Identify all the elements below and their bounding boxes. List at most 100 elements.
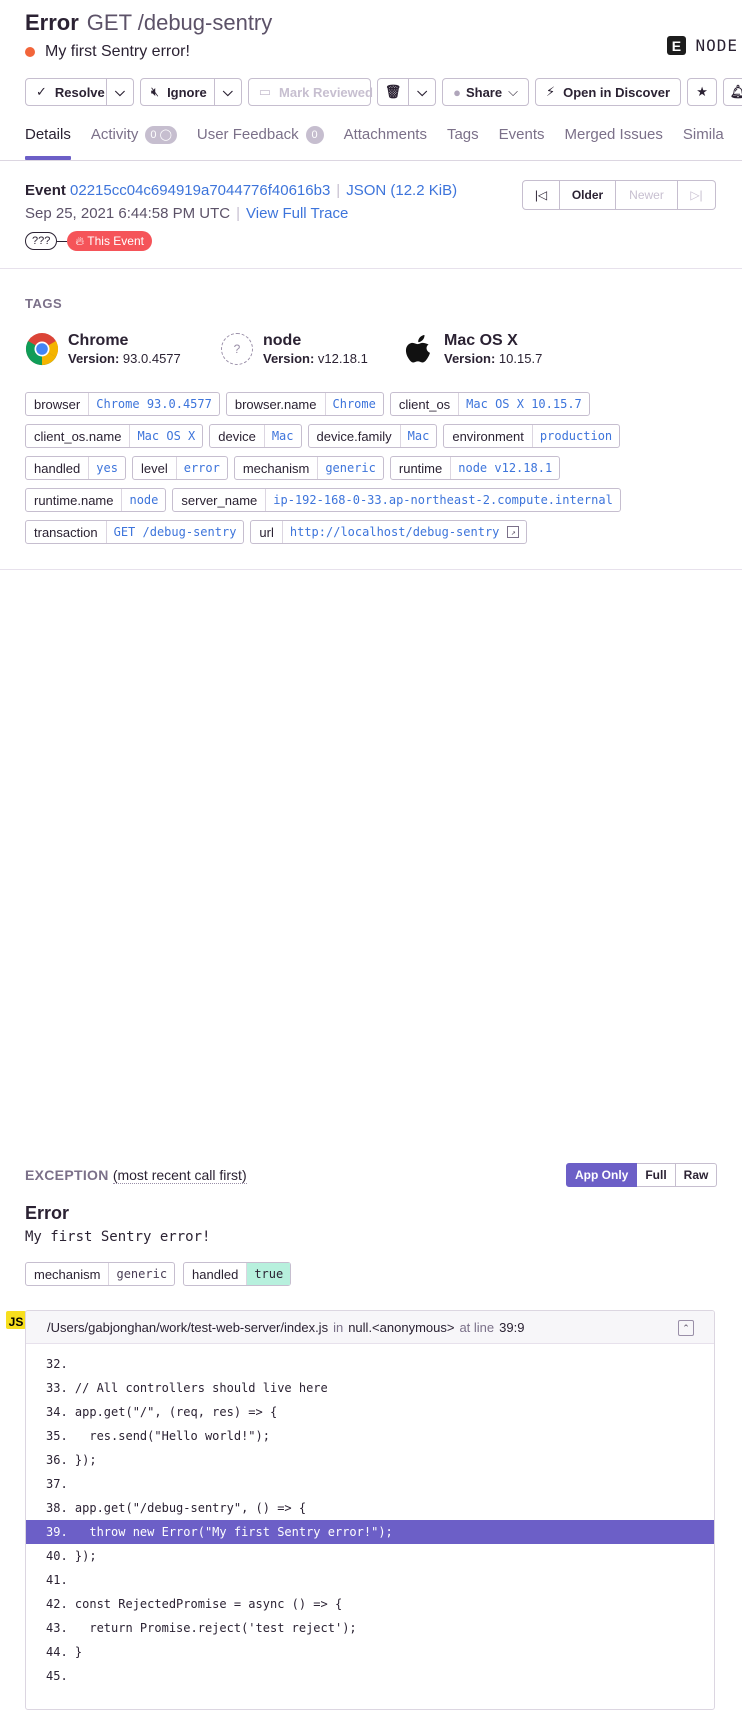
exception-order-toggle[interactable]: (most recent call first) (112, 1167, 247, 1184)
tag-server-name[interactable]: server_name ip-192-168-0-33.ap-northeast-… (172, 488, 621, 512)
tag-value[interactable]: generic (317, 457, 383, 479)
tab-details[interactable]: Details (25, 126, 71, 160)
subscribe-button[interactable]: 🔔︎ (723, 78, 742, 106)
tag-url[interactable]: url http://localhost/debug-sentry ↗ (250, 520, 528, 544)
app-only-button[interactable]: App Only (566, 1163, 638, 1187)
open-in-discover-label: Open in Discover (563, 84, 671, 100)
code-line: 44. } (46, 1645, 83, 1659)
tag-value[interactable]: GET /debug-sentry (105, 521, 244, 543)
context-name: Chrome (68, 332, 129, 349)
tag-value[interactable]: yes (88, 457, 125, 479)
bookmark-button[interactable]: ★ (687, 78, 718, 106)
oldest-event-button[interactable]: |◁ (522, 180, 560, 210)
view-full-trace-link[interactable]: View Full Trace (246, 205, 348, 222)
tab-label: Tags (446, 126, 479, 143)
tag-runtime-name[interactable]: runtime.name node (25, 488, 167, 512)
open-in-discover-button[interactable]: ⚡︎ Open in Discover (534, 78, 682, 106)
json-link[interactable]: JSON (12.2 KiB) (346, 182, 457, 199)
badge-count: 0 (150, 129, 157, 141)
tag-value[interactable]: node (121, 489, 165, 511)
tag-value[interactable]: error (175, 457, 227, 479)
share-button[interactable]: ● Share ⌵ (442, 78, 529, 106)
check-icon: ✓ (36, 84, 47, 99)
context-runtime: ? node Version: v12.18.1 (221, 332, 368, 366)
unknown-runtime-icon: ? (221, 333, 253, 365)
tag-key: url (259, 524, 274, 540)
tag-value[interactable]: Chrome (324, 393, 383, 415)
tag-value[interactable]: Mac (399, 425, 437, 447)
trash-icon: 🗑︎ (384, 84, 402, 99)
unknown-release-pill[interactable]: ??? (25, 232, 58, 250)
exception-value: My first Sentry error! (25, 1229, 211, 1245)
mute-icon: 🔇︎ (150, 84, 160, 99)
tab-user-feedback[interactable]: User Feedback 0 (197, 126, 324, 160)
full-button[interactable]: Full (637, 1163, 676, 1187)
tag-value[interactable]: ip-192-168-0-33.ap-northeast-2.compute.i… (265, 489, 620, 511)
older-event-button[interactable]: Older (560, 180, 616, 210)
ignore-dropdown-button[interactable]: ⌵ (214, 78, 242, 106)
tag-value-url[interactable]: http://localhost/debug-sentry ↗ (281, 521, 527, 543)
event-id-link[interactable]: 02215cc04c694919a7044776f40616b3 (70, 182, 330, 199)
code-line: 36. }); (46, 1453, 97, 1467)
tag-runtime[interactable]: runtime node v12.18.1 (389, 456, 561, 480)
this-event-pill[interactable]: 🔥︎ This Event (67, 231, 152, 251)
activity-count-badge: 0 ◯ (145, 126, 177, 144)
tag-environment[interactable]: environment production (443, 424, 621, 448)
tag-value[interactable]: Mac OS X 10.15.7 (458, 393, 589, 415)
tag-value[interactable]: production (531, 425, 619, 447)
tag-device[interactable]: device Mac (209, 424, 302, 448)
tag-client-os[interactable]: client_os Mac OS X 10.15.7 (389, 392, 590, 416)
resolve-button[interactable]: ✓ Resolve (25, 78, 107, 106)
frame-function: null.<anonymous> (348, 1319, 455, 1335)
tab-events[interactable]: Events (499, 126, 545, 160)
delete-button[interactable]: 🗑︎ (376, 78, 410, 106)
tab-merged-issues[interactable]: Merged Issues (565, 126, 663, 160)
tag-value[interactable]: Mac (263, 425, 301, 447)
code-line: 32. (46, 1357, 68, 1371)
mark-reviewed-button[interactable]: ▭ Mark Reviewed (247, 78, 373, 106)
event-pills: ??? 🔥︎ This Event (25, 231, 152, 251)
tag-mechanism[interactable]: mechanism generic (233, 456, 384, 480)
code-context: 32. 33. // All controllers should live h… (26, 1344, 714, 1688)
stacktrace-view-toggle: App Only Full Raw (566, 1163, 718, 1187)
tag-key: device (218, 428, 256, 444)
context-version: Version: 10.15.7 (444, 351, 542, 366)
ignore-group: 🔇︎ Ignore ⌵ (139, 78, 242, 106)
resolve-dropdown-button[interactable]: ⌵ (107, 78, 134, 106)
feedback-count-badge: 0 (305, 126, 324, 144)
code-line-highlighted: 39. throw new Error("My first Sentry err… (26, 1520, 714, 1544)
tag-browser-name[interactable]: browser.name Chrome (225, 392, 384, 416)
tag-row: client_os.name Mac OS X device Mac device.… (25, 424, 725, 448)
newest-event-button[interactable]: ▷| (678, 180, 716, 210)
tag-key: browser.name (234, 396, 317, 412)
tag-row: runtime.name node server_name ip-192-168-0… (25, 488, 725, 512)
open-link-icon[interactable]: ↗ (507, 526, 520, 538)
tag-value[interactable]: Chrome 93.0.4577 (88, 393, 219, 415)
tag-handled[interactable]: handled yes (25, 456, 126, 480)
delete-dropdown-button[interactable]: ⌵ (409, 78, 437, 106)
version-label: Version: (263, 351, 315, 366)
ignore-button[interactable]: 🔇︎ Ignore (139, 78, 215, 106)
tag-list: browser Chrome 93.0.4577 browser.name Chro… (25, 392, 725, 552)
event-label: Event (25, 182, 66, 199)
tag-client-os-name[interactable]: client_os.name Mac OS X (25, 424, 204, 448)
collapse-frame-icon[interactable]: ⌃ (678, 1320, 694, 1336)
newer-event-button[interactable]: Newer (616, 180, 678, 210)
tag-browser[interactable]: browser Chrome 93.0.4577 (25, 392, 220, 416)
tag-value[interactable]: node v12.18.1 (450, 457, 559, 479)
code-line: 35. res.send("Hello world!"); (46, 1429, 270, 1443)
tag-device-family[interactable]: device.family Mac (307, 424, 438, 448)
tag-transaction[interactable]: transaction GET /debug-sentry (25, 520, 245, 544)
tag-value[interactable]: Mac OS X (129, 425, 202, 447)
tag-level[interactable]: level error (131, 456, 228, 480)
javascript-icon: JS (6, 1311, 26, 1329)
ignore-label: Ignore (167, 84, 207, 100)
tab-attachments[interactable]: Attachments (344, 126, 427, 160)
frame-at-label: at line (459, 1319, 495, 1335)
tab-tags[interactable]: Tags (447, 126, 479, 160)
stack-frame-header[interactable]: /Users/gabjonghan/work/test-web-server/i… (26, 1311, 714, 1344)
tab-similar-issues[interactable]: Simila (683, 126, 724, 160)
raw-button[interactable]: Raw (675, 1163, 718, 1187)
tab-activity[interactable]: Activity 0 ◯ (91, 126, 177, 160)
tag-key: handled (34, 460, 81, 476)
